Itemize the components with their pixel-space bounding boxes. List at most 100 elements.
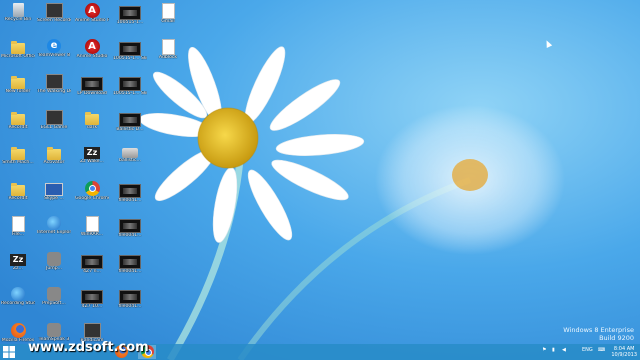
desktop-icon[interactable]: LP Download — [75, 74, 109, 96]
desktop-icon[interactable]: File... — [1, 216, 35, 237]
desktop-icon-label: Anime Studio — [76, 53, 108, 59]
desktop-icon[interactable]: Zz Zz Wake... — [75, 145, 109, 164]
vid-icon — [119, 112, 141, 127]
desktop-icon[interactable]: EGLL Game — [37, 109, 71, 130]
desktop-icon[interactable]: Internet Explorer — [37, 216, 71, 235]
desktop-icon-label: TeamViewer 8 — [37, 52, 71, 58]
app-dark-icon — [45, 3, 63, 18]
desktop-icon-label: 100515-1... Skeletor — [113, 55, 147, 61]
desktop-icon[interactable]: AAnime Studio Pro — [75, 3, 109, 23]
vid-icon — [119, 183, 141, 198]
windows-watermark: Windows 8 Enterprise Build 9200 — [563, 326, 634, 342]
desktop-icon-label: RecordIt — [8, 195, 28, 201]
desktop-icon[interactable]: Screen Recorder — [37, 3, 71, 23]
desktop-icon[interactable]: WinRAR... — [75, 216, 109, 237]
blue-e-icon: e — [47, 38, 61, 53]
desktop-icon[interactable]: The Walking Dead — [37, 74, 71, 94]
chrome-icon — [84, 180, 100, 196]
gear-icon — [47, 322, 61, 337]
desktop-icon[interactable]: 4Z7 10... — [75, 287, 109, 309]
desktop-icon[interactable]: Jump... — [37, 251, 71, 271]
desktop-icon-label: Ballistic D... — [116, 126, 144, 132]
desktop-icon[interactable]: 4Z7 n... — [75, 252, 109, 274]
tray-flag-icon[interactable]: ⚑ — [542, 347, 546, 353]
firefox-icon — [10, 322, 26, 338]
desktop-icon[interactable]: file0041... — [113, 287, 147, 309]
vid-icon — [81, 77, 103, 91]
tray-network-icon[interactable]: ▮ — [552, 347, 555, 353]
desktop-icon-label: Microsoft Office — [1, 53, 35, 59]
desktop-icon[interactable]: A Anime Studio — [75, 38, 109, 59]
monitor-icon — [45, 182, 63, 196]
desktop-icon-label: ballistic... — [119, 158, 141, 163]
desktop-icon-label: dark — [86, 124, 98, 130]
desktop-icon[interactable]: Microsoft Office — [1, 39, 35, 59]
globe-icon — [47, 216, 61, 230]
desktop-icon[interactable]: Skype ... — [37, 181, 71, 201]
app-dark-icon — [45, 74, 63, 89]
doc-icon — [161, 38, 175, 55]
desktop-icon[interactable]: file0041... — [113, 216, 147, 238]
desktop-icon[interactable]: Smith Mach... — [1, 145, 35, 165]
zz-icon: Zz — [10, 253, 26, 266]
desktop-icon[interactable]: file0041... — [113, 252, 147, 274]
folder-icon — [11, 182, 25, 196]
desktop-icon[interactable]: e TeamViewer 8 — [37, 38, 71, 58]
desktop-icon[interactable]: Recycle Bin — [1, 3, 35, 22]
tray-volume-icon[interactable]: ◀ — [562, 347, 566, 353]
desktop-icon[interactable]: ballistic... — [113, 145, 147, 163]
desktop-icon[interactable]: Google Chrome — [75, 180, 109, 201]
tray-keyboard-icon[interactable]: ⌨ — [598, 347, 605, 353]
desktop-icon-label: LP Download — [77, 91, 107, 96]
desktop-icon-label: PrepSoft... — [42, 301, 66, 306]
doc-icon — [11, 216, 25, 232]
desktop-icon[interactable]: dark — [75, 110, 109, 130]
app-dark-icon — [45, 109, 63, 125]
desktop-icon-label: 100515-1... Skeletor — [113, 91, 147, 96]
desktop-icon-label: The Walking Dead — [37, 89, 71, 94]
vid-icon — [119, 6, 141, 20]
desktop-icon-label: file0041... — [118, 233, 142, 238]
desktop-icon-label: 4Z7 10... — [81, 304, 103, 309]
desktop-icon[interactable]: 100515-1... — [113, 3, 147, 25]
desktop-icon[interactable]: file0041... — [113, 181, 147, 203]
desktop-icon-label: 4Z7 n... — [83, 268, 101, 274]
desktop-icon[interactable]: PrepSoft... — [37, 287, 71, 306]
desktop-icon-label: Zz Wake... — [80, 159, 104, 164]
recycle-bin-icon — [12, 3, 24, 17]
tray-language[interactable]: ENG — [582, 347, 593, 353]
desktop-icon[interactable]: Gmail — [151, 3, 185, 24]
clock[interactable]: 8:04 AM 10/9/2013 — [611, 346, 637, 358]
desktop-icon-label: Google Chrome — [75, 195, 109, 201]
red-round-icon: A — [84, 38, 100, 54]
desktop-icon[interactable]: Zz Zz... — [1, 252, 35, 271]
vid-icon — [81, 290, 103, 304]
desktop-icon[interactable]: New folder — [1, 74, 35, 94]
gear-icon — [47, 287, 61, 301]
desktop-icon[interactable]: 100515-1... Skeletor — [113, 39, 147, 61]
vid-icon — [119, 77, 141, 91]
doc-icon — [161, 3, 175, 19]
desktop-icon-label: Gmail — [161, 19, 175, 24]
globe-icon — [11, 287, 25, 301]
desktop-icon-label: Smith Mach... — [2, 160, 34, 165]
vid-icon — [81, 254, 103, 269]
vid-icon — [119, 41, 141, 56]
start-button[interactable] — [0, 345, 18, 359]
desktop-icon[interactable]: 100515-1... Skeletor — [113, 74, 147, 96]
desktop-icon[interactable]: RecordIt — [1, 181, 35, 201]
desktop-icon-label: Adblock — [158, 54, 178, 60]
desktop-icon-label: Jump... — [45, 265, 63, 271]
folder-icon — [47, 147, 61, 160]
vid-icon — [119, 290, 141, 304]
desktop-icon[interactable]: TeamSpeak 3 — [37, 322, 71, 342]
desktop-icon[interactable]: RecordIt — [1, 110, 35, 130]
desktop-icon-label: Recycle Bin — [4, 17, 32, 22]
desktop-icon-label: Internet Explorer — [37, 230, 71, 235]
windows-logo-icon — [3, 346, 15, 358]
desktop-icon[interactable]: Ballistic D... — [113, 110, 147, 132]
desktop-icon[interactable]: Adblock — [151, 38, 185, 60]
desktop-icon[interactable]: Activator — [37, 145, 71, 165]
desktop-icon[interactable]: Recording Studio — [1, 287, 35, 306]
app-dark-icon — [83, 322, 101, 338]
